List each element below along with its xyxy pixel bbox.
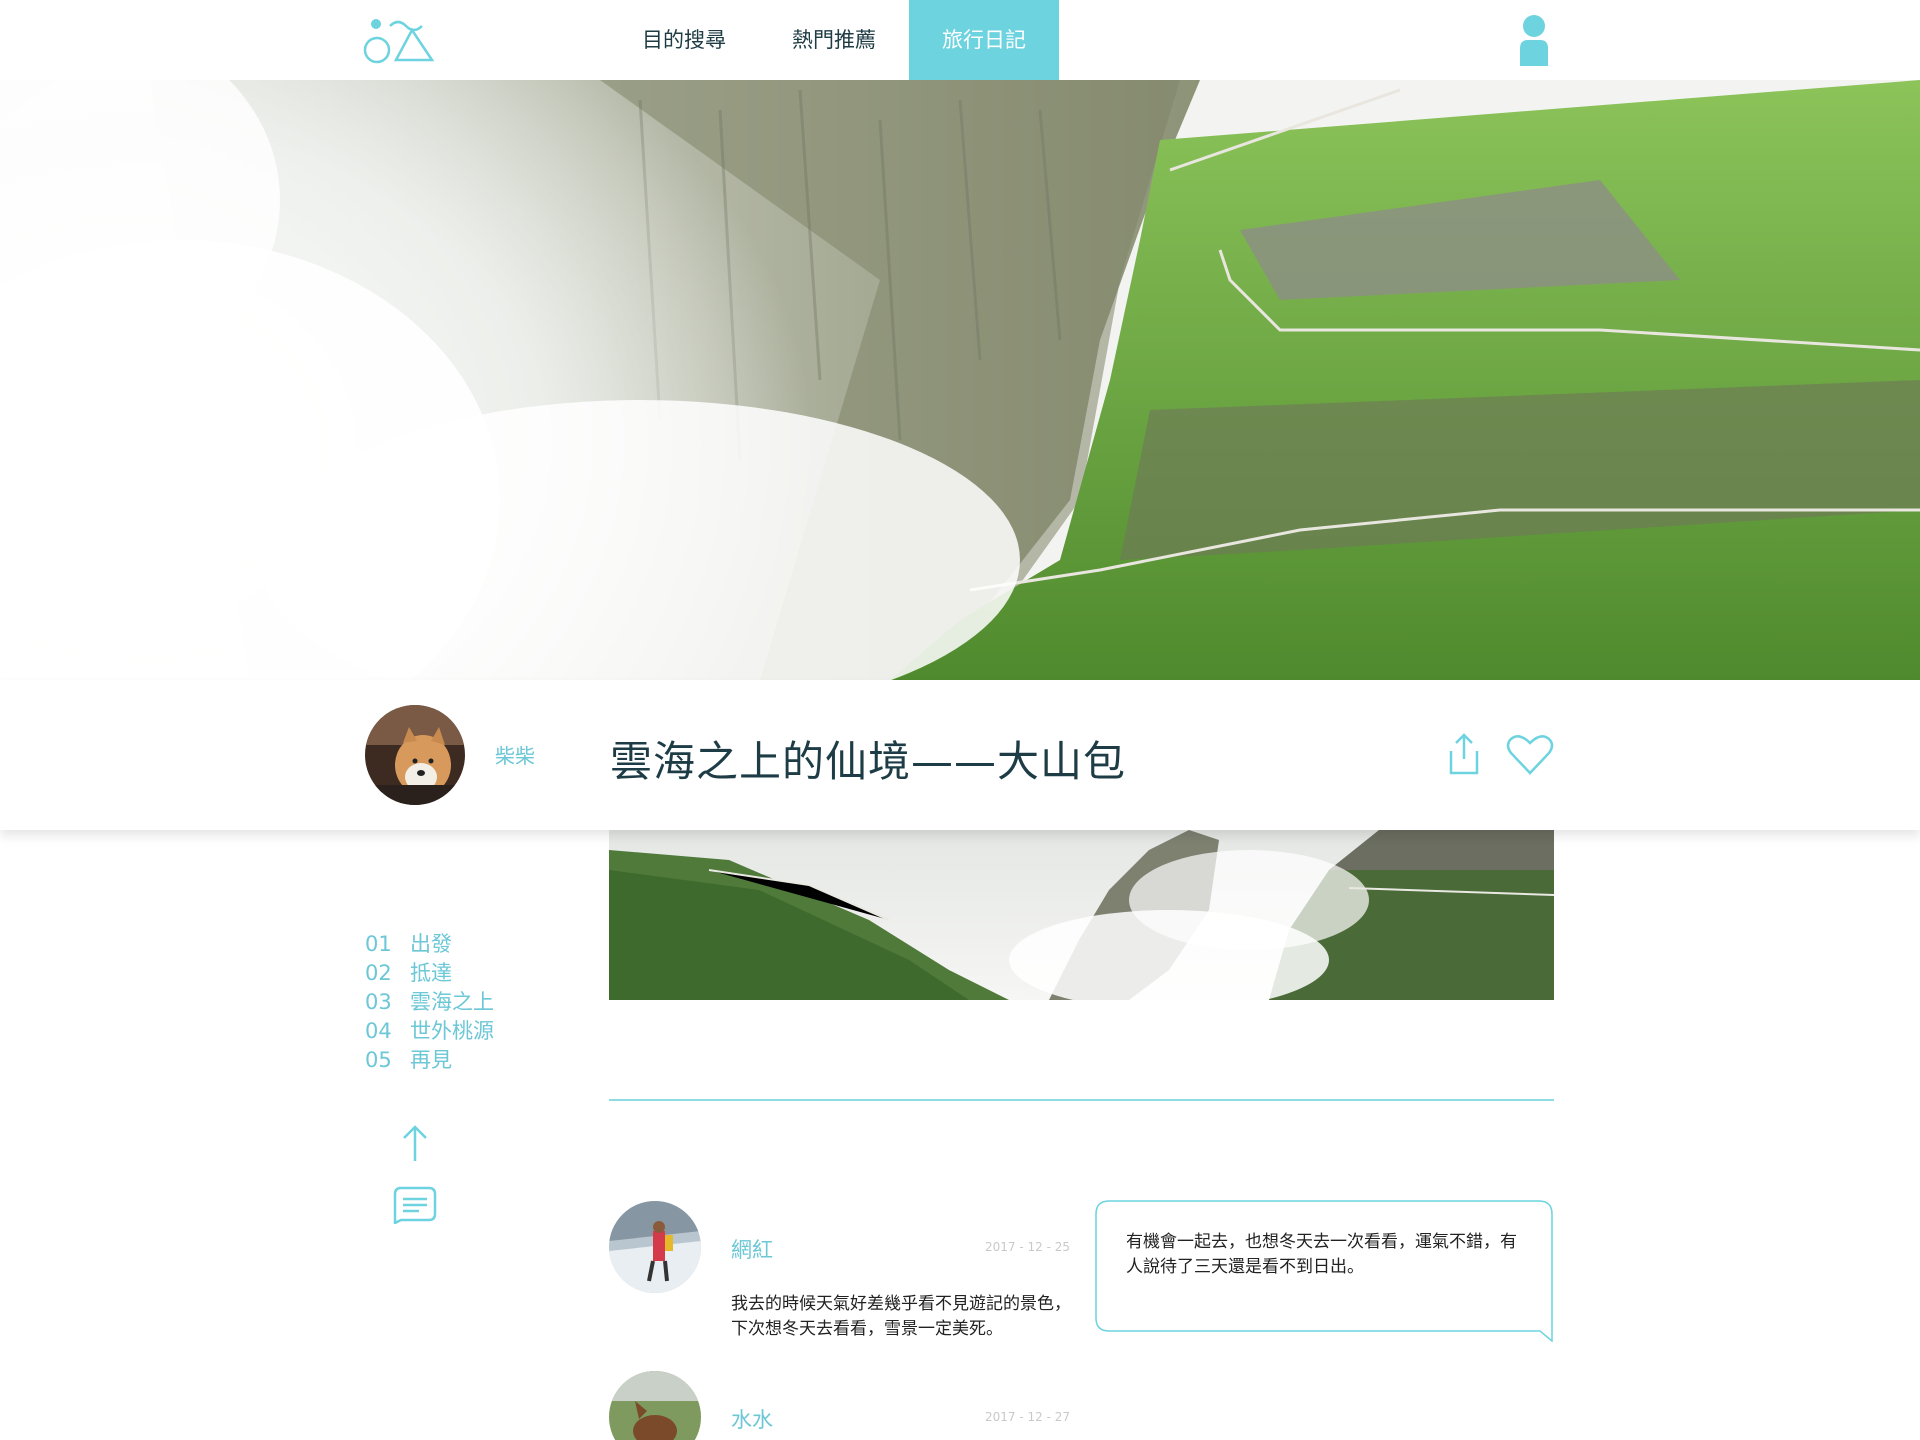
- top-nav: 目的搜尋 熱門推薦 旅行日記: [0, 0, 1920, 80]
- nav-destination-search[interactable]: 目的搜尋: [609, 0, 759, 80]
- toc-number: 04: [365, 1019, 392, 1043]
- author-name[interactable]: 柴柴: [495, 740, 535, 769]
- hero-image: [0, 80, 1920, 680]
- toc-item-2[interactable]: 02 抵達: [365, 957, 494, 986]
- toc-item-5[interactable]: 05 再見: [365, 1044, 494, 1073]
- toc-number: 03: [365, 990, 392, 1014]
- toc-label: 雲海之上: [410, 990, 494, 1014]
- toc-number: 01: [365, 932, 392, 956]
- heart-icon[interactable]: [1506, 733, 1554, 775]
- commenter-name[interactable]: 網紅: [731, 1234, 773, 1264]
- toc-number: 02: [365, 961, 392, 985]
- logo-icon[interactable]: [362, 16, 434, 64]
- toc-label: 世外桃源: [410, 1019, 494, 1043]
- comment-date: 2017 - 12 - 25: [985, 1240, 1070, 1254]
- toc-label: 再見: [410, 1048, 452, 1072]
- comment-icon[interactable]: [391, 1186, 437, 1224]
- comment-text: 我去的時候天氣好差幾乎看不見遊記的景色，下次想冬天去看看，雪景一定美死。: [731, 1294, 1071, 1339]
- article-title: 雲海之上的仙境——大山包: [610, 737, 1127, 786]
- toc-item-3[interactable]: 03 雲海之上: [365, 986, 494, 1015]
- nav-popular-recommend[interactable]: 熱門推薦: [759, 0, 909, 80]
- toc-item-4[interactable]: 04 世外桃源: [365, 1015, 494, 1044]
- arrow-up-icon[interactable]: [400, 1124, 430, 1162]
- hero-landscape: [0, 80, 1920, 680]
- toc-label: 抵達: [410, 961, 452, 985]
- toc-label: 出發: [410, 932, 452, 956]
- share-icon[interactable]: [1448, 733, 1480, 775]
- toc-number: 05: [365, 1048, 392, 1072]
- commenter-avatar[interactable]: [609, 1201, 701, 1293]
- reply-text: 有機會一起去，也想冬天去一次看看，運氣不錯，有人說待了三天還是看不到日出。: [1126, 1232, 1517, 1277]
- comment-date: 2017 - 12 - 27: [985, 1410, 1070, 1424]
- user-icon[interactable]: [1518, 14, 1550, 66]
- author-avatar[interactable]: [365, 705, 465, 805]
- article-title-bar: 柴柴 雲海之上的仙境——大山包: [0, 680, 1920, 830]
- section-divider: [609, 1099, 1554, 1101]
- commenter-name[interactable]: 水水: [731, 1404, 773, 1434]
- article-image: [609, 830, 1554, 1000]
- commenter-avatar[interactable]: [609, 1371, 701, 1440]
- toc-item-1[interactable]: 01 出發: [365, 928, 494, 957]
- nav-travel-diary[interactable]: 旅行日記: [909, 0, 1059, 80]
- table-of-contents: 01 出發 02 抵達 03 雲海之上 04 世外桃源 05 再見: [365, 928, 494, 1073]
